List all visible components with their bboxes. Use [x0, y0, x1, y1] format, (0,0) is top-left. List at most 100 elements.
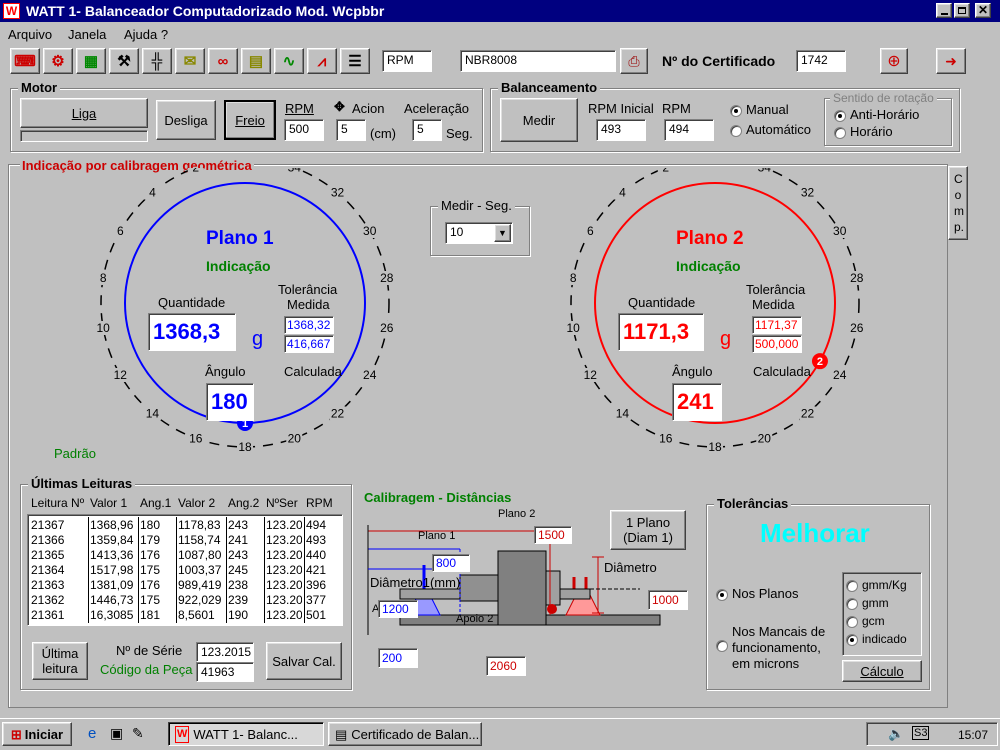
indicado-radio[interactable]: indicado — [846, 632, 907, 646]
exit-button[interactable]: ➜ — [936, 48, 966, 74]
salvar-label: Salvar Cal. — [272, 653, 336, 669]
gmm-radio[interactable]: gmm — [846, 596, 889, 610]
motor-rpm-field[interactable]: 500 — [284, 119, 324, 141]
speaker-icon[interactable]: 🔈 — [888, 726, 904, 742]
table-row[interactable]: 21361 16,3085 181 8,5601 190 123.20 501 — [28, 608, 340, 623]
dial-tick-label: 24 — [833, 368, 847, 382]
calib-1000-field[interactable]: 1000 — [648, 590, 688, 610]
table-row[interactable]: 21367 1368,96 180 1178,83 243 123.20 494 — [28, 518, 340, 533]
table-row[interactable]: 21366 1359,84 179 1158,74 241 123.20 493 — [28, 533, 340, 548]
rpm-inicial-field[interactable]: 493 — [596, 119, 646, 141]
table-cell: 1003,37 — [178, 563, 222, 577]
automatico-radio[interactable]: Automático — [730, 122, 811, 137]
menu-item-arquivo[interactable]: Arquivo — [8, 27, 52, 42]
plano2-dial: 246810121416182022242628303234362 — [565, 168, 865, 454]
task-certificado[interactable]: ▤ Certificado de Balan... — [328, 722, 482, 746]
table-cell: 21363 — [31, 578, 65, 592]
close-icon: ✕ — [977, 3, 989, 17]
gcm-label: gcm — [862, 614, 885, 628]
ie-icon[interactable]: e — [88, 725, 96, 742]
dial-tick-label: 2 — [662, 168, 669, 175]
app-icon[interactable]: W — [3, 3, 20, 19]
leituras-table[interactable]: 21367 1368,96 180 1178,83 243 123.20 494 21366 1… — [27, 514, 343, 626]
dial-tick-label: 30 — [833, 224, 847, 238]
gmm-kg-radio[interactable]: gmm/Kg — [846, 578, 907, 592]
table-cell: 1368,96 — [90, 518, 134, 532]
plano2-quantidade-label: Quantidade — [628, 295, 696, 310]
standard-field[interactable]: NBR8008 — [460, 50, 616, 72]
medir-button[interactable]: Medir — [500, 98, 578, 142]
liga-button[interactable]: Liga — [20, 98, 148, 128]
start-button[interactable]: ⊞ Iniciar — [2, 722, 72, 746]
desliga-label: Desliga — [164, 112, 208, 128]
horario-radio[interactable]: Horário — [834, 124, 893, 139]
bal-rpm-field[interactable]: 494 — [664, 119, 714, 141]
dial-tick-label: 8 — [100, 271, 107, 285]
table-cell: 1087,80 — [178, 548, 222, 562]
manual-radio[interactable]: Manual — [730, 102, 789, 117]
acion-unit: (cm) — [370, 126, 396, 141]
sentido-title: Sentido de rotação — [830, 91, 937, 105]
menu-item-ajuda[interactable]: Ajuda ? — [124, 27, 168, 42]
calculo-button[interactable]: Cálculo — [842, 660, 922, 682]
menu-item-janela[interactable]: Janela — [68, 27, 106, 42]
table-cell: 21361 — [31, 608, 65, 622]
horario-label: Horário — [850, 124, 893, 139]
calib-2060-field[interactable]: 2060 — [486, 656, 526, 676]
close-button[interactable]: ✕ — [975, 3, 991, 18]
cert-number-field[interactable]: 1742 — [796, 50, 846, 72]
table-row[interactable]: 21363 1381,09 176 989,419 238 123.20 396 — [28, 578, 340, 593]
table-row[interactable]: 21364 1517,98 175 1003,37 245 123.20 421 — [28, 563, 340, 578]
ultima-leitura-button[interactable]: Última leitura — [32, 642, 88, 680]
toolbar-button-machine[interactable]: ⚙ — [43, 48, 73, 74]
acel-field[interactable]: 5 — [412, 119, 442, 141]
toolbar-button-chart[interactable]: ⩘ — [307, 48, 337, 74]
calib-1500-field[interactable]: 1500 — [534, 526, 572, 544]
gmm-label: gmm — [862, 596, 889, 610]
desliga-button[interactable]: Desliga — [156, 100, 216, 140]
task-watt[interactable]: W WATT 1- Balanc... — [168, 722, 324, 746]
gcm-radio[interactable]: gcm — [846, 614, 885, 628]
calib-1200-field[interactable]: 1200 — [378, 600, 418, 618]
toolbar-button-fan[interactable]: ╬ — [142, 48, 172, 74]
um-plano-button[interactable]: 1 Plano (Diam 1) — [610, 510, 686, 550]
toolbar-button-rotor[interactable]: ▦ — [76, 48, 106, 74]
chevron-down-icon: ▼ — [498, 227, 507, 238]
certificate-print-button[interactable]: ⎙ — [620, 48, 648, 74]
task-watt-label: WATT 1- Balanc... — [193, 726, 298, 742]
toolbar-button-wave[interactable]: ∿ — [274, 48, 304, 74]
plano2-title: Plano 2 — [676, 228, 744, 249]
table-row[interactable]: 21362 1446,73 175 922,029 239 123.20 377 — [28, 593, 340, 608]
table-row[interactable]: 21365 1413,36 176 1087,80 243 123.20 440 — [28, 548, 340, 563]
medir-seg-dropdown[interactable]: ▼ — [494, 224, 511, 242]
calib-800-field[interactable]: 800 — [432, 554, 470, 572]
notepad-icon[interactable]: ✎ — [132, 725, 144, 742]
calib-plano1-label: Plano 1 — [418, 530, 456, 542]
manual-label: Manual — [746, 102, 789, 117]
nserie-field[interactable]: 123.2015 — [196, 642, 254, 662]
dial-tick-label: 14 — [146, 406, 160, 420]
salvar-button[interactable]: Salvar Cal. — [266, 642, 342, 680]
calib-200-field[interactable]: 200 — [378, 648, 418, 668]
acel-label: Aceleração — [404, 101, 470, 116]
nos-planos-radio[interactable]: Nos Planos — [716, 586, 798, 601]
taskbar — [0, 718, 1000, 750]
minimize-button[interactable] — [936, 3, 952, 18]
desktop-icon[interactable]: ▣ — [110, 725, 123, 742]
anti-horario-radio[interactable]: Anti-Horário — [834, 107, 919, 122]
freio-button[interactable]: Freio — [224, 100, 276, 140]
toolbar-button-document[interactable]: ▤ — [241, 48, 271, 74]
toolbar-button-notes[interactable]: ✉ — [175, 48, 205, 74]
scrollbar-track[interactable] — [968, 166, 978, 708]
toolbar-button-list[interactable]: ☰ — [340, 48, 370, 74]
acion-field[interactable]: 5 — [336, 119, 366, 141]
restore-button[interactable] — [954, 3, 970, 18]
comp-button[interactable]: Comp. — [948, 166, 968, 240]
table-cell: 1446,73 — [90, 593, 134, 607]
tray-app-icon[interactable]: S3 — [912, 726, 930, 740]
toolbar-button-coupling[interactable]: ⚒ — [109, 48, 139, 74]
codigo-field[interactable]: 41963 — [196, 662, 254, 682]
toolbar-button-belt[interactable]: ∞ — [208, 48, 238, 74]
target-button[interactable]: ⊕ — [880, 48, 908, 74]
toolbar-button-cassette[interactable]: ⌨ — [10, 48, 40, 74]
